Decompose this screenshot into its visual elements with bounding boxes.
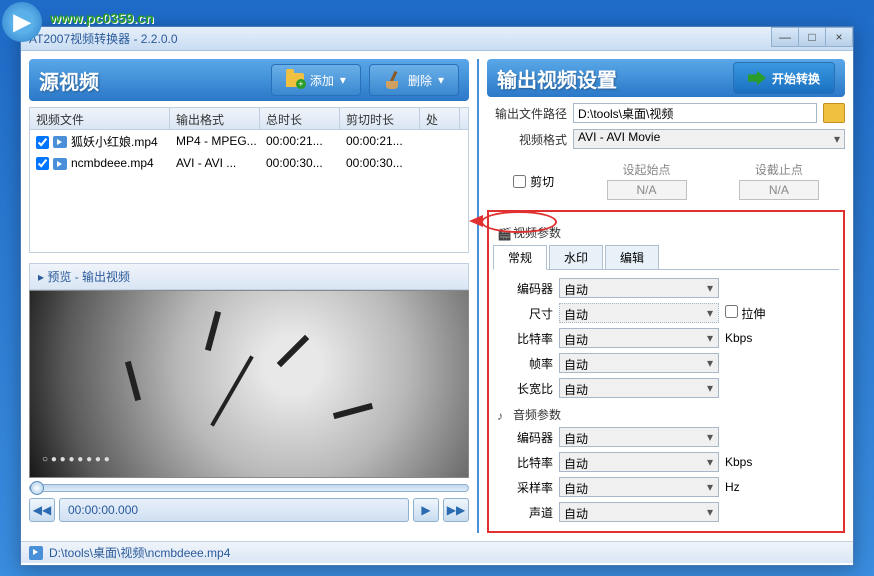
video-format-select[interactable]: AVI - AVI Movie [573, 129, 845, 149]
end-point-button[interactable]: N/A [739, 180, 819, 200]
tab-normal[interactable]: 常规 [493, 245, 547, 270]
slider-thumb[interactable] [30, 481, 44, 495]
annotation-oval [481, 211, 557, 233]
audio-sample-select[interactable]: 自动 [559, 477, 719, 497]
add-button[interactable]: + 添加 ▾ [271, 64, 361, 96]
output-header: 输出视频设置 开始转换 [487, 59, 845, 97]
audio-encoder-select[interactable]: 自动 [559, 427, 719, 447]
start-convert-label: 开始转换 [772, 70, 820, 87]
audio-bitrate-unit: Kbps [725, 455, 775, 469]
seek-slider[interactable] [29, 484, 469, 492]
timecode-display: 00:00:00.000 [59, 498, 409, 522]
close-button[interactable]: × [825, 27, 853, 47]
audio-encoder-label: 编码器 [493, 429, 553, 446]
col-format[interactable]: 输出格式 [170, 108, 260, 129]
annotation-arrow [469, 215, 483, 227]
minimize-button[interactable]: — [771, 27, 799, 47]
prev-button[interactable]: ◀◀ [29, 498, 55, 522]
tab-watermark[interactable]: 水印 [549, 245, 603, 269]
video-aspect-select[interactable]: 自动 [559, 378, 719, 398]
row-checkbox[interactable] [36, 157, 49, 170]
col-file[interactable]: 视频文件 [30, 108, 170, 129]
encoder-label: 编码器 [493, 280, 553, 297]
aspect-label: 长宽比 [493, 380, 553, 397]
titlebar[interactable]: AT2007视频转换器 - 2.2.0.0 — □ × [21, 27, 853, 51]
browse-folder-button[interactable] [823, 103, 845, 123]
delete-button[interactable]: 删除 ▾ [369, 64, 459, 96]
audio-params-title: ♪ 音频参数 [497, 406, 839, 423]
output-path-input[interactable] [573, 103, 817, 123]
set-end-label: 设截止点 [739, 161, 819, 178]
size-label: 尺寸 [493, 305, 553, 322]
bitrate-unit: Kbps [725, 331, 775, 345]
annotation-box: 🎬 视频参数 常规 水印 编辑 编码器自动 尺寸自动 拉伸 比特率自动Kbps … [487, 210, 845, 533]
crop-checkbox-label[interactable]: 剪切 [513, 173, 554, 190]
video-icon [53, 136, 67, 148]
add-button-label: 添加 [310, 72, 334, 89]
sample-label: 采样率 [493, 479, 553, 496]
tab-edit[interactable]: 编辑 [605, 245, 659, 269]
fps-label: 帧率 [493, 355, 553, 372]
preview-title[interactable]: ▸ 预览 - 输出视频 [29, 263, 469, 290]
col-duration[interactable]: 总时长 [260, 108, 340, 129]
cell-format: MP4 - MPEG... [170, 132, 260, 150]
maximize-button[interactable]: □ [798, 27, 826, 47]
cell-cut: 00:00:21... [340, 132, 420, 150]
cell-format: AVI - AVI ... [170, 154, 260, 172]
table-header: 视频文件 输出格式 总时长 剪切时长 处 [30, 108, 468, 130]
table-row[interactable]: ncmbdeee.mp4 AVI - AVI ... 00:00:30... 0… [30, 152, 468, 174]
play-button[interactable]: ▶ [413, 498, 439, 522]
audio-bitrate-select[interactable]: 自动 [559, 452, 719, 472]
statusbar: D:\tools\桌面\视频\ncmbdeee.mp4 [21, 541, 853, 563]
stretch-checkbox[interactable] [725, 305, 738, 318]
dropdown-icon: ▾ [438, 73, 444, 87]
audio-bitrate-label: 比特率 [493, 454, 553, 471]
status-video-icon [29, 546, 43, 560]
preview-image: ○ ● ● ● ● ● ● ● [29, 290, 469, 478]
video-encoder-select[interactable]: 自动 [559, 278, 719, 298]
video-bitrate-select[interactable]: 自动 [559, 328, 719, 348]
app-logo-icon: ▶ [2, 2, 42, 42]
folder-add-icon: + [286, 73, 304, 87]
broom-icon [384, 71, 402, 89]
bitrate-label: 比特率 [493, 330, 553, 347]
stretch-checkbox-label[interactable]: 拉伸 [725, 305, 765, 322]
col-status[interactable]: 处 [420, 108, 460, 129]
video-icon [53, 158, 67, 170]
audio-channel-select[interactable]: 自动 [559, 502, 719, 522]
start-convert-button[interactable]: 开始转换 [733, 62, 835, 94]
channel-label: 声道 [493, 504, 553, 521]
video-size-select[interactable]: 自动 [559, 303, 719, 323]
cell-duration: 00:00:21... [260, 132, 340, 150]
crop-checkbox[interactable] [513, 175, 526, 188]
col-cut[interactable]: 剪切时长 [340, 108, 420, 129]
output-title: 输出视频设置 [497, 64, 617, 93]
table-row[interactable]: 狐妖小红娘.mp4 MP4 - MPEG... 00:00:21... 00:0… [30, 130, 468, 152]
music-note-icon: ♪ [497, 409, 509, 421]
status-path: D:\tools\桌面\视频\ncmbdeee.mp4 [49, 544, 230, 561]
video-fps-select[interactable]: 自动 [559, 353, 719, 373]
sample-unit: Hz [725, 480, 775, 494]
next-button[interactable]: ▶▶ [443, 498, 469, 522]
preview-caption: ○ ● ● ● ● ● ● ● [42, 454, 110, 465]
watermark-text: www.pc0359.cn [50, 10, 154, 26]
main-window: AT2007视频转换器 - 2.2.0.0 — □ × 源视频 + 添加 ▾ 删… [20, 26, 854, 566]
window-title: AT2007视频转换器 - 2.2.0.0 [29, 30, 178, 47]
cell-duration: 00:00:30... [260, 154, 340, 172]
delete-button-label: 删除 [408, 72, 432, 89]
output-path-label: 输出文件路径 [487, 105, 567, 122]
cell-cut: 00:00:30... [340, 154, 420, 172]
start-point-button[interactable]: N/A [607, 180, 687, 200]
file-name: 狐妖小红娘.mp4 [71, 135, 158, 149]
file-table: 视频文件 输出格式 总时长 剪切时长 处 狐妖小红娘.mp4 MP4 - MPE… [29, 107, 469, 253]
file-name: ncmbdeee.mp4 [71, 156, 154, 170]
video-format-label: 视频格式 [487, 131, 567, 148]
dropdown-icon: ▾ [340, 73, 346, 87]
convert-icon [748, 69, 766, 87]
source-header: 源视频 + 添加 ▾ 删除 ▾ [29, 59, 469, 101]
row-checkbox[interactable] [36, 136, 49, 149]
source-title: 源视频 [39, 66, 99, 95]
set-start-label: 设起始点 [607, 161, 687, 178]
